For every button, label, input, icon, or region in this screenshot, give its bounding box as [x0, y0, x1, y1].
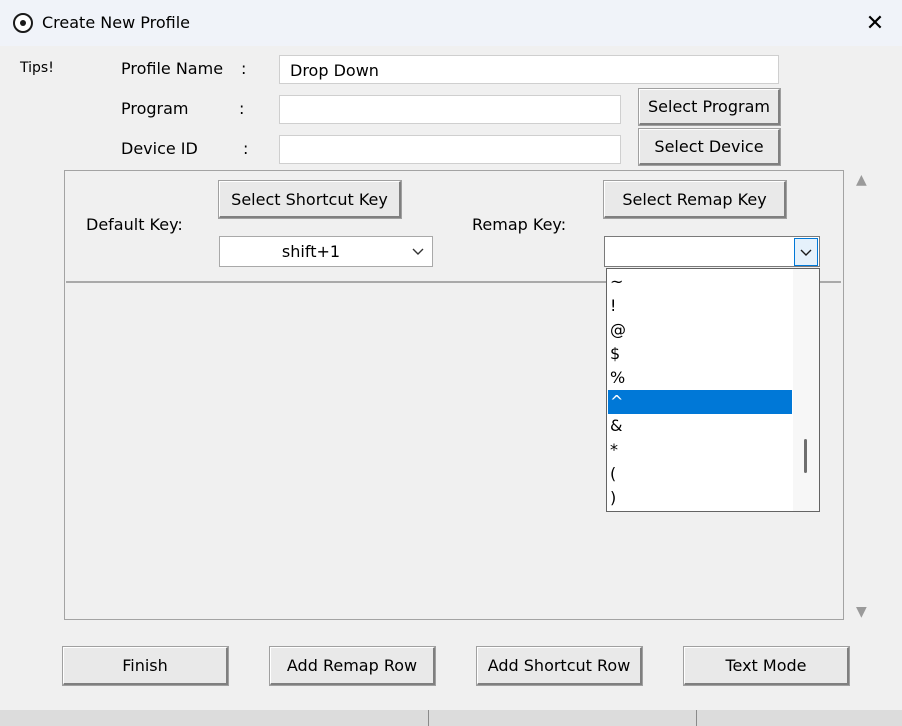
list-item[interactable]: & [608, 414, 792, 438]
colon: : [241, 59, 247, 78]
background-window-edge [0, 710, 902, 726]
text-mode-button[interactable]: Text Mode [684, 647, 849, 685]
add-remap-row-button[interactable]: Add Remap Row [270, 647, 435, 685]
select-device-button[interactable]: Select Device [639, 129, 780, 165]
dropdown-scrollbar[interactable] [793, 269, 819, 511]
program-label: Program [121, 99, 189, 118]
default-key-label: Default Key: [86, 215, 183, 234]
scrollbar-thumb[interactable] [804, 439, 807, 473]
finish-button[interactable]: Finish [63, 647, 228, 685]
remap-key-select[interactable] [604, 236, 820, 267]
list-item[interactable]: ( [608, 462, 792, 486]
remap-key-label: Remap Key: [472, 215, 567, 234]
list-item-selected[interactable]: ^ [608, 390, 792, 414]
dropdown-toggle[interactable] [794, 238, 818, 266]
select-remap-key-button[interactable]: Select Remap Key [604, 181, 786, 218]
device-id-input[interactable] [279, 135, 621, 164]
app-icon [13, 13, 33, 33]
chevron-down-icon [412, 248, 424, 255]
list-item[interactable]: $ [608, 342, 792, 366]
list-item[interactable]: ) [608, 486, 792, 510]
list-item[interactable]: * [608, 438, 792, 462]
window-title: Create New Profile [42, 13, 190, 32]
select-program-button[interactable]: Select Program [639, 89, 780, 125]
tips-link[interactable]: Tips! [20, 60, 54, 76]
device-id-label: Device ID [121, 139, 198, 158]
default-key-value: shift+1 [281, 242, 341, 261]
list-item[interactable]: ~ [608, 270, 792, 294]
remap-key-value [605, 237, 789, 266]
list-item[interactable]: @ [608, 318, 792, 342]
scroll-down-icon[interactable]: ▼ [856, 604, 867, 620]
chevron-down-icon [800, 249, 812, 256]
program-input[interactable] [279, 95, 621, 124]
add-shortcut-row-button[interactable]: Add Shortcut Row [477, 647, 642, 685]
close-icon[interactable]: ✕ [858, 8, 892, 38]
select-shortcut-key-button[interactable]: Select Shortcut Key [219, 181, 401, 218]
remap-key-dropdown-list[interactable]: ~ ! @ $ % ^ & * ( ) [606, 268, 820, 512]
colon: : [239, 99, 245, 118]
colon: : [243, 139, 249, 158]
list-item[interactable]: % [608, 366, 792, 390]
list-item[interactable]: ! [608, 294, 792, 318]
profile-name-label: Profile Name [121, 59, 224, 78]
default-key-select[interactable]: shift+1 [219, 236, 433, 267]
scroll-up-icon[interactable]: ▲ [856, 172, 867, 188]
profile-name-input[interactable]: Drop Down [279, 55, 779, 84]
